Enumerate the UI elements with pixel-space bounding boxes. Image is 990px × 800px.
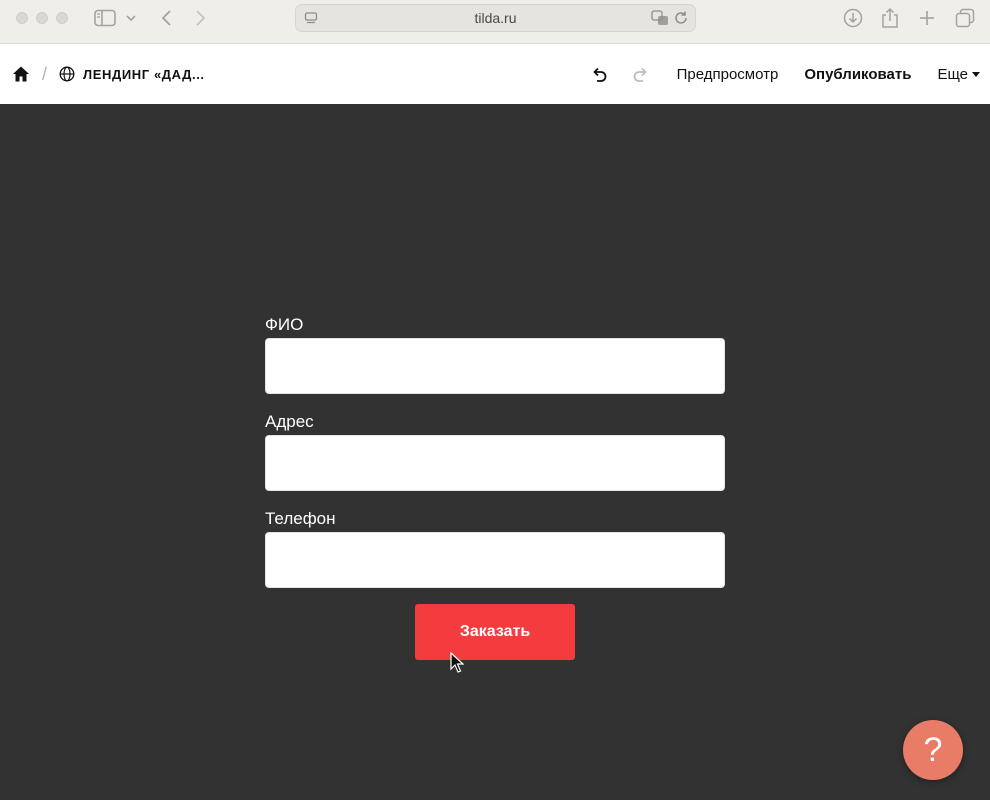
browser-toolbar: tilda.ru [0,0,990,44]
help-button[interactable]: ? [903,720,963,780]
preview-button[interactable]: Предпросмотр [677,66,779,83]
address-input[interactable] [265,435,725,491]
reload-icon[interactable] [673,10,689,26]
page-name[interactable]: ЛЕНДИНГ «ДАД... [83,67,205,82]
publish-button[interactable]: Опубликовать [804,66,911,83]
translate-icon[interactable] [651,10,669,26]
more-menu-button[interactable]: Еще [937,66,980,83]
order-form: ФИО Адрес Телефон [265,312,725,603]
field-label-address: Адрес [265,412,314,431]
download-icon[interactable] [843,8,863,28]
address-bar[interactable]: tilda.ru [295,4,696,32]
fio-input[interactable] [265,338,725,394]
field-label-fio: ФИО [265,315,304,334]
forward-icon[interactable] [192,9,210,27]
phone-input[interactable] [265,532,725,588]
caret-down-icon [972,71,980,77]
minimize-window-button[interactable] [36,12,48,24]
breadcrumb-separator: / [42,63,48,84]
cursor-icon [450,651,465,674]
zoom-window-button[interactable] [56,12,68,24]
close-window-button[interactable] [16,12,28,24]
tab-icon[interactable] [304,11,318,25]
share-icon[interactable] [880,7,900,29]
order-submit-button[interactable]: Заказать [415,604,575,660]
more-label: Еще [937,65,968,83]
redo-icon[interactable] [631,64,651,84]
sidebar-icon[interactable] [94,9,116,27]
editor-toolbar: / ЛЕНДИНГ «ДАД... Предпросмотр Опубликов… [0,44,990,104]
home-icon[interactable] [12,65,30,83]
toolbar-actions: Предпросмотр Опубликовать Еще [589,44,980,104]
breadcrumb: / ЛЕНДИНГ «ДАД... [12,44,205,104]
new-tab-icon[interactable] [917,8,937,28]
globe-icon [59,66,75,82]
field-label-phone: Телефон [265,509,336,528]
tabs-overview-icon[interactable] [955,8,975,28]
chevron-down-icon[interactable] [124,10,138,26]
undo-icon[interactable] [589,64,609,84]
url-text[interactable]: tilda.ru [474,10,516,26]
back-icon[interactable] [157,9,175,27]
